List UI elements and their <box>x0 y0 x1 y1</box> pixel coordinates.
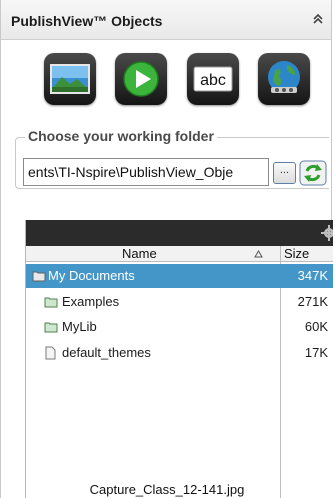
browse-button[interactable]: ... <box>273 162 296 184</box>
panel-header[interactable]: PublishView™ Objects <box>1 0 331 40</box>
size-column-label: Size <box>284 246 310 261</box>
file-size: 271K <box>297 294 328 309</box>
folder-icon <box>44 322 58 333</box>
folder-icon <box>44 297 58 308</box>
globe-link-icon <box>268 61 300 93</box>
file-browser: Name Size My Documents 347K Examples 271… <box>25 220 333 498</box>
refresh-icon[interactable] <box>299 160 327 186</box>
name-column-label: Name <box>122 246 157 261</box>
image-tool-button[interactable] <box>44 53 96 105</box>
file-name: MyLib <box>62 319 97 334</box>
document-icon <box>45 346 56 360</box>
panel-title: PublishView™ Objects <box>11 13 163 29</box>
video-tool-button[interactable] <box>115 53 167 105</box>
file-row-my-documents[interactable]: My Documents 347K <box>26 264 333 288</box>
file-row-examples[interactable]: Examples 271K <box>26 290 333 314</box>
size-column-header[interactable]: Size <box>281 246 333 262</box>
file-size: 347K <box>297 268 328 283</box>
file-size: 17K <box>304 345 328 360</box>
play-icon <box>123 61 159 97</box>
sort-ascending-icon <box>254 250 263 258</box>
web-link-tool-button[interactable] <box>258 53 310 105</box>
collapse-chevron-icon[interactable] <box>311 12 325 26</box>
file-row-default-themes[interactable]: default_themes 17K <box>26 341 333 365</box>
text-tool-label: abc <box>200 72 226 89</box>
landscape-image-icon <box>50 64 90 94</box>
file-name: default_themes <box>62 345 151 360</box>
folder-icon <box>32 271 46 282</box>
working-folder-label: Choose your working folder <box>25 128 217 144</box>
file-browser-toolbar <box>26 220 333 246</box>
file-name: My Documents <box>48 268 135 283</box>
file-name: Examples <box>62 294 120 309</box>
object-tool-row: abc <box>1 53 331 109</box>
folder-path-input[interactable]: ents\TI-Nspire\PublishView_Obje <box>23 158 269 186</box>
text-abc-icon: abc <box>193 66 233 92</box>
name-column-header[interactable]: Name <box>26 246 280 262</box>
text-tool-button[interactable]: abc <box>187 53 239 105</box>
publishview-objects-panel: PublishView™ Objects abc Choose your wor… <box>0 0 333 498</box>
file-row-mylib[interactable]: MyLib 60K <box>26 315 333 339</box>
gear-icon[interactable] <box>319 223 333 243</box>
file-size: 60K <box>304 319 328 334</box>
selected-file-name: Capture_Class_12-141.jpg <box>89 482 245 497</box>
